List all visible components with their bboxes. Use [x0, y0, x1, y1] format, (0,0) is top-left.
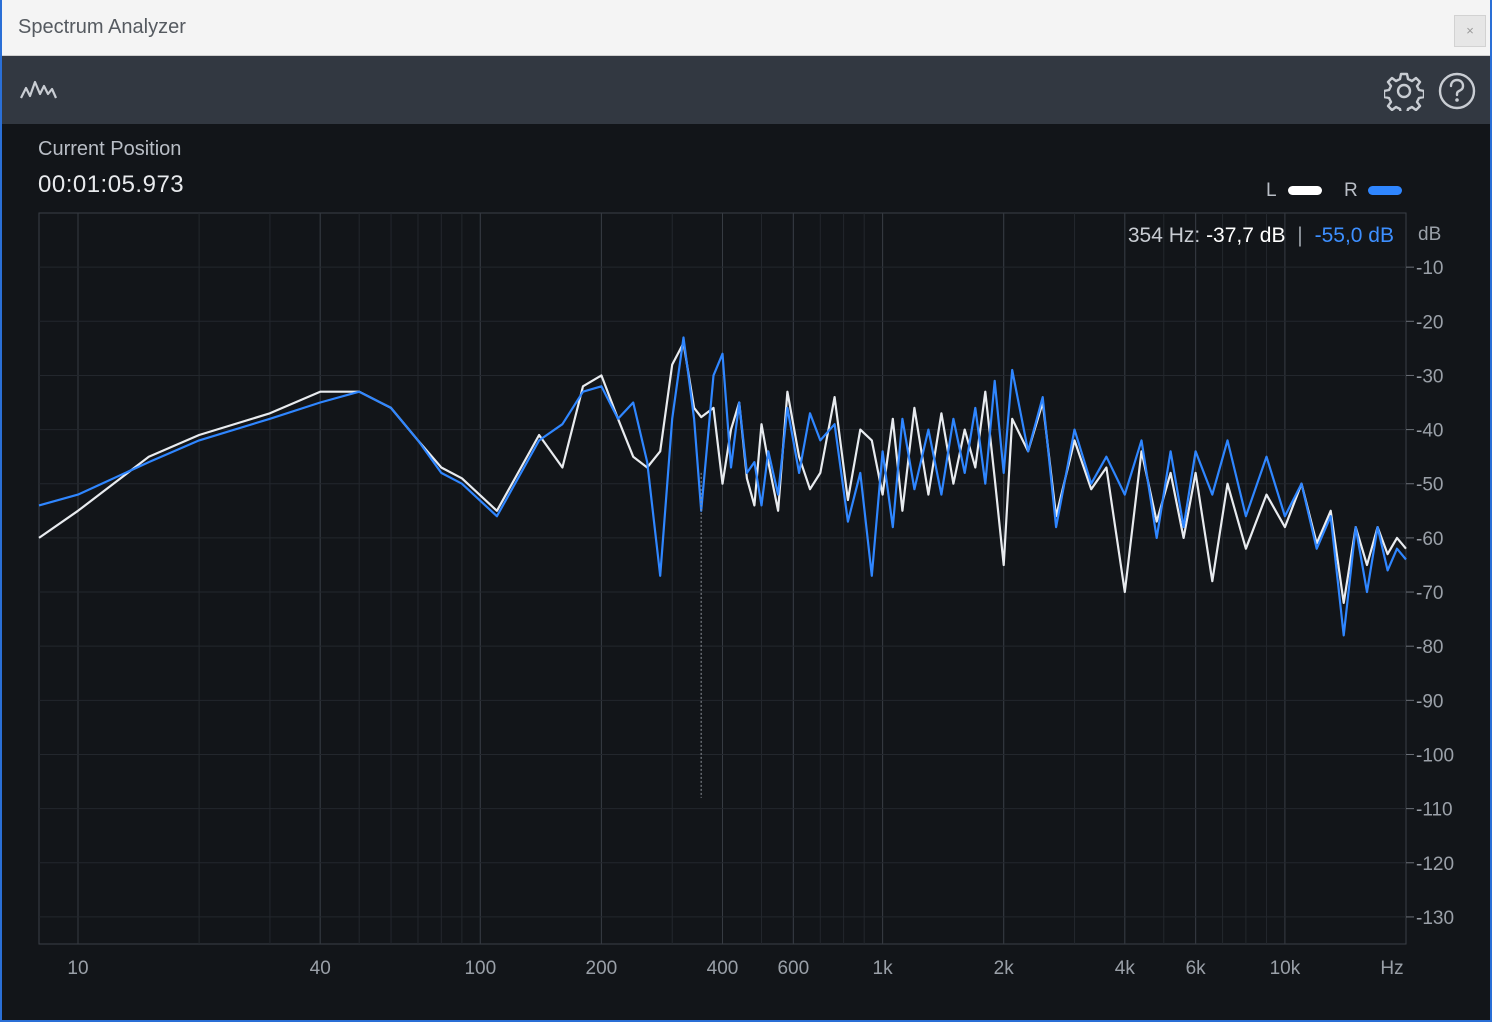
y-tick-label: -110	[1416, 800, 1453, 821]
x-tick-label: 6k	[1186, 958, 1207, 979]
x-tick-label: 4k	[1115, 958, 1136, 979]
x-tick-label: 2k	[994, 958, 1015, 979]
y-tick-label: -30	[1416, 366, 1443, 387]
y-tick-label: -20	[1416, 312, 1443, 333]
x-tick-label: 1k	[873, 958, 894, 979]
spectrum-analyzer-window: Spectrum Analyzer × Current Position 00:…	[0, 0, 1492, 1022]
x-tick-label: 100	[464, 958, 496, 979]
spectrum-plot[interactable]: 10 40 100 200 400 600 1k 2k 4k 6k 10k -10 -20 -30 -40 -…	[2, 0, 1490, 1020]
y-tick-label: -60	[1416, 529, 1443, 550]
y-tick-label: -70	[1416, 583, 1443, 604]
y-tick-label: -80	[1416, 637, 1443, 658]
x-tick-label: 10k	[1270, 958, 1301, 979]
x-tick-label: 200	[586, 958, 618, 979]
readout-separator: |	[1297, 224, 1303, 247]
y-tick-label: -40	[1416, 421, 1443, 442]
readout-left-db: -37,7 dB	[1206, 224, 1286, 247]
y-tick-label: -100	[1416, 745, 1454, 766]
x-tick-label: 10	[67, 958, 88, 979]
y-tick-label: -120	[1416, 854, 1454, 875]
y-tick-label: -130	[1416, 908, 1454, 929]
x-tick-label: 400	[707, 958, 739, 979]
x-tick-label: 40	[310, 958, 331, 979]
readout-frequency: 354 Hz:	[1127, 224, 1201, 247]
x-axis-unit: Hz	[1380, 958, 1403, 979]
y-axis-unit: dB	[1418, 224, 1441, 245]
y-tick-label: -50	[1416, 475, 1443, 496]
x-tick-label: 600	[777, 958, 809, 979]
y-tick-label: -10	[1416, 258, 1443, 279]
readout-right-db: -55,0 dB	[1314, 224, 1394, 247]
y-tick-label: -90	[1416, 691, 1443, 712]
cursor-readout: 354 Hz: -37,7 dB | -55,0 dB	[1128, 224, 1394, 248]
